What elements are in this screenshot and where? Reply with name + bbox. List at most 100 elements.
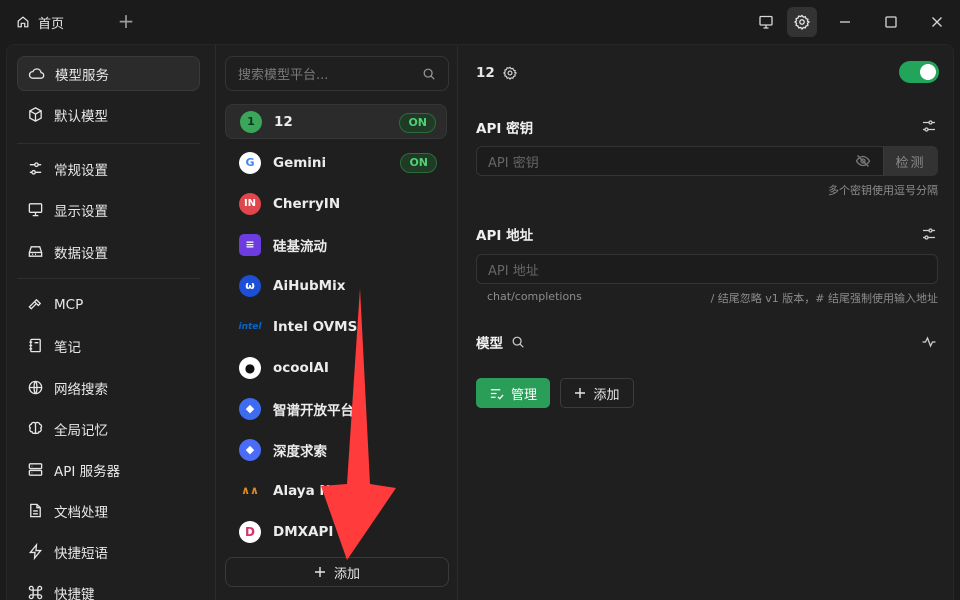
zap-icon bbox=[28, 543, 43, 560]
provider-name: AiHubMix bbox=[273, 277, 346, 294]
sidebar-item-global-memory[interactable]: 全局记忆 bbox=[17, 411, 200, 446]
sidebar-item-display[interactable]: 显示设置 bbox=[17, 192, 200, 227]
sidebar-item-label: 快捷短语 bbox=[54, 545, 108, 562]
sidebar-item-document[interactable]: 文档处理 bbox=[17, 493, 200, 528]
sidebar-item-general[interactable]: 常规设置 bbox=[17, 151, 200, 186]
api-key-field[interactable]: API 密钥 检测 bbox=[476, 146, 938, 176]
settings-button[interactable] bbox=[787, 7, 817, 37]
add-provider-label: 添加 bbox=[333, 566, 360, 582]
provider-name: 硅基流动 bbox=[273, 238, 327, 255]
provider-item-deepseek[interactable]: ◆ 深度求索 bbox=[225, 432, 447, 467]
provider-detail-panel: 12 API 密钥 API 密钥 检测 多个密钥使用逗号分隔 API 地址 AP… bbox=[459, 45, 955, 600]
settings-sidebar: 模型服务 默认模型 常规设置 显示设置 数据设置 MCP 笔记 网络搜索 全局记… bbox=[7, 45, 216, 600]
server-icon bbox=[28, 463, 43, 476]
provider-item-dmxapi[interactable]: D DMXAPI bbox=[225, 514, 447, 549]
minimize-button[interactable] bbox=[830, 7, 860, 37]
provider-search-input[interactable]: 搜索模型平台... bbox=[225, 56, 449, 91]
add-provider-button[interactable]: 添加 bbox=[225, 557, 449, 587]
gear-icon bbox=[794, 14, 810, 30]
sidebar-item-notes[interactable]: 笔记 bbox=[17, 328, 200, 363]
sliders-icon bbox=[29, 162, 42, 175]
ocoolai-icon: ● bbox=[239, 356, 261, 379]
cloud-icon bbox=[28, 68, 45, 79]
sidebar-item-label: 笔记 bbox=[54, 339, 81, 356]
api-url-hint-left: chat/completions bbox=[487, 290, 582, 303]
cherryin-icon: IN bbox=[239, 192, 261, 215]
add-model-button[interactable]: 添加 bbox=[560, 378, 634, 408]
plus-icon bbox=[575, 388, 586, 398]
add-model-label: 添加 bbox=[593, 387, 620, 403]
sidebar-item-label: 模型服务 bbox=[55, 67, 109, 84]
tab-home[interactable]: 首页 bbox=[16, 8, 64, 36]
sidebar-item-label: 全局记忆 bbox=[54, 422, 108, 439]
api-url-label: API 地址 bbox=[476, 228, 534, 244]
search-icon[interactable] bbox=[511, 335, 525, 349]
sidebar-item-model-service[interactable]: 模型服务 bbox=[17, 56, 200, 91]
dmxapi-icon: D bbox=[239, 520, 261, 543]
monitor-icon bbox=[28, 203, 43, 217]
sidebar-item-mcp[interactable]: MCP bbox=[17, 287, 200, 322]
api-url-placeholder: API 地址 bbox=[488, 263, 539, 279]
sidebar-item-api-server[interactable]: API 服务器 bbox=[17, 452, 200, 487]
api-key-label: API 密钥 bbox=[476, 121, 534, 137]
provider-title: 12 bbox=[476, 65, 517, 81]
provider-item-aihubmix[interactable]: ω AiHubMix bbox=[225, 268, 447, 303]
check-button[interactable]: 检测 bbox=[883, 146, 937, 176]
provider-list-panel: 搜索模型平台... 1 12 ON G Gemini ON IN CherryI… bbox=[216, 45, 458, 600]
sidebar-divider bbox=[17, 143, 200, 144]
models-label: 模型 bbox=[476, 336, 503, 352]
gear-icon[interactable] bbox=[502, 66, 517, 80]
monitor-button[interactable] bbox=[751, 7, 781, 37]
provider-item-cherryin[interactable]: IN CherryIN bbox=[225, 186, 447, 221]
settings-shell: 模型服务 默认模型 常规设置 显示设置 数据设置 MCP 笔记 网络搜索 全局记… bbox=[6, 44, 954, 600]
sidebar-item-label: 显示设置 bbox=[54, 203, 108, 220]
title-bar: 首页 + bbox=[0, 0, 960, 44]
hammer-icon bbox=[28, 298, 42, 310]
zhipu-icon: ◆ bbox=[239, 397, 261, 420]
api-url-hint-right: / 结尾忽略 v1 版本，# 结尾强制使用输入地址 bbox=[710, 292, 938, 305]
provider-item-siliconflow[interactable]: ≡ 硅基流动 bbox=[225, 227, 447, 262]
settings-sliders-icon[interactable] bbox=[921, 226, 937, 242]
provider-item-intel-ovms[interactable]: intel Intel OVMS bbox=[225, 309, 447, 344]
brain-icon bbox=[28, 421, 43, 435]
provider-enable-toggle[interactable] bbox=[899, 61, 939, 83]
provider-name: Intel OVMS bbox=[273, 318, 358, 335]
sidebar-item-default-model[interactable]: 默认模型 bbox=[17, 97, 200, 132]
api-key-hint: 多个密钥使用逗号分隔 bbox=[828, 184, 938, 197]
notebook-icon bbox=[29, 338, 41, 353]
provider-item-zhipu[interactable]: ◆ 智谱开放平台 bbox=[225, 391, 447, 426]
sidebar-item-data[interactable]: 数据设置 bbox=[17, 234, 200, 269]
provider-item-ocoolai[interactable]: ● ocoolAI bbox=[225, 350, 447, 385]
maximize-icon bbox=[885, 16, 897, 28]
health-check-icon[interactable] bbox=[921, 334, 937, 350]
drive-icon bbox=[28, 246, 43, 257]
sidebar-divider bbox=[17, 278, 200, 279]
google-icon: G bbox=[239, 151, 261, 174]
eye-off-icon[interactable] bbox=[855, 153, 871, 169]
sidebar-item-web-search[interactable]: 网络搜索 bbox=[17, 370, 200, 405]
close-button[interactable] bbox=[922, 7, 952, 37]
provider-item-alaya[interactable]: ∧∧ Alaya NeW bbox=[225, 473, 447, 508]
home-icon bbox=[17, 16, 29, 28]
sidebar-item-label: 常规设置 bbox=[54, 162, 108, 179]
plus-icon bbox=[314, 567, 325, 577]
sidebar-item-label: 文档处理 bbox=[54, 504, 108, 521]
api-url-field[interactable]: API 地址 bbox=[476, 254, 938, 284]
sidebar-item-shortcuts[interactable]: 快捷键 bbox=[17, 575, 200, 600]
manage-models-button[interactable]: 管理 bbox=[476, 378, 550, 408]
provider-title-text: 12 bbox=[476, 65, 495, 81]
sidebar-item-label: API 服务器 bbox=[54, 463, 121, 480]
provider-item-12[interactable]: 1 12 ON bbox=[225, 104, 447, 139]
sidebar-item-label: 默认模型 bbox=[54, 108, 108, 125]
sidebar-item-quick-phrases[interactable]: 快捷短语 bbox=[17, 534, 200, 569]
provider-item-gemini[interactable]: G Gemini ON bbox=[225, 145, 447, 180]
search-placeholder: 搜索模型平台... bbox=[238, 68, 329, 83]
settings-sliders-icon[interactable] bbox=[921, 118, 937, 134]
globe-icon bbox=[28, 380, 43, 395]
status-badge: ON bbox=[399, 113, 436, 133]
status-badge: ON bbox=[400, 153, 437, 173]
new-tab-button[interactable]: + bbox=[116, 11, 136, 31]
maximize-button[interactable] bbox=[876, 7, 906, 37]
cube-icon bbox=[29, 107, 42, 122]
deepseek-icon: ◆ bbox=[239, 438, 261, 461]
